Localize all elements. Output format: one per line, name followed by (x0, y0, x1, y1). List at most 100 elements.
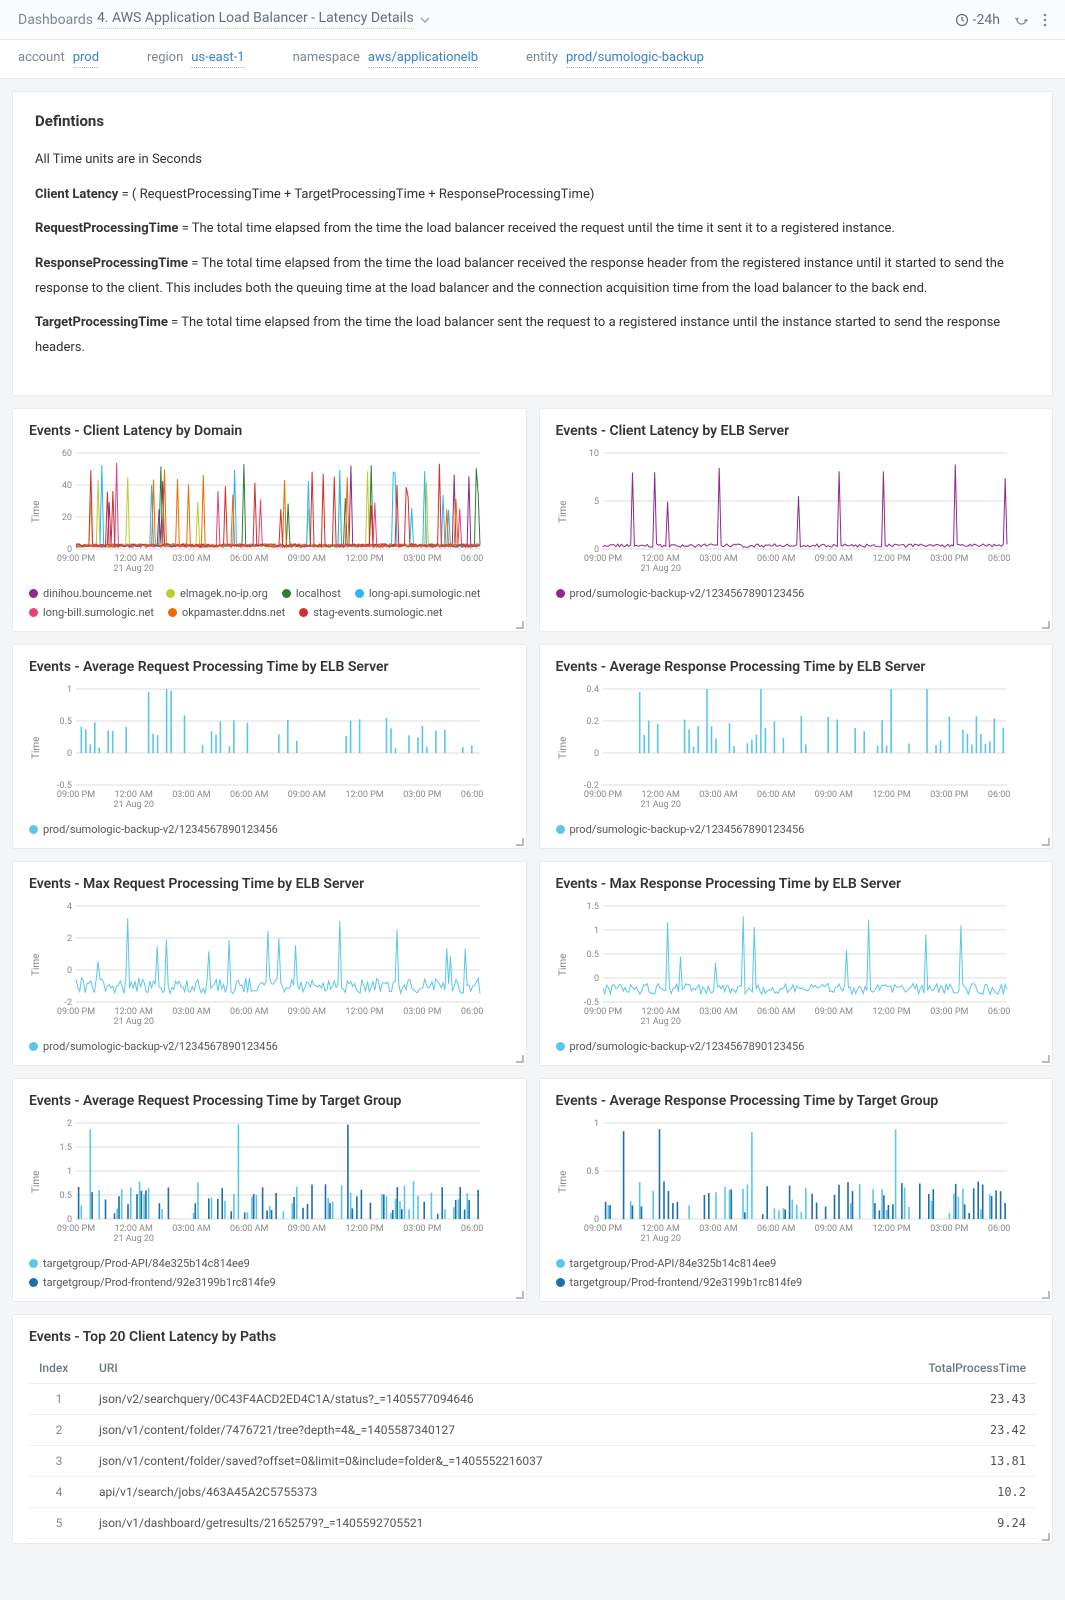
resize-handle-icon[interactable] (516, 621, 524, 629)
legend-item[interactable]: targetgroup/Prod-frontend/92e3199b1rc814… (29, 1276, 276, 1289)
chart-plot[interactable]: 020406009:00 PM12:00 AM21 Aug 2003:00 AM… (44, 447, 510, 577)
svg-text:12:00 PM: 12:00 PM (872, 790, 910, 800)
table-row[interactable]: 1json/v2/searchquery/0C43F4ACD2ED4C1A/st… (29, 1383, 1036, 1414)
resize-handle-icon[interactable] (1042, 1291, 1050, 1299)
resize-handle-icon[interactable] (1042, 838, 1050, 846)
filter-key: entity (526, 50, 558, 65)
table-header[interactable]: URI (89, 1353, 916, 1384)
legend-swatch-icon (168, 608, 177, 617)
legend-swatch-icon (556, 1278, 565, 1287)
legend-item[interactable]: targetgroup/Prod-frontend/92e3199b1rc814… (556, 1276, 803, 1289)
table-row[interactable]: 2json/v1/content/folder/7476721/tree?dep… (29, 1414, 1036, 1445)
chart-legend: targetgroup/Prod-API/84e325b14c814ee9 tar… (556, 1257, 1037, 1289)
legend-item[interactable]: prod/sumologic-backup-v2/123456789012345… (29, 1040, 278, 1053)
svg-text:06:00 PM: 06:00 PM (987, 1007, 1010, 1017)
legend-item[interactable]: targetgroup/Prod-API/84e325b14c814ee9 (556, 1257, 777, 1270)
table-header[interactable]: Index (29, 1353, 89, 1384)
cell-time: 23.42 (916, 1414, 1036, 1445)
legend-item[interactable]: prod/sumologic-backup-v2/123456789012345… (556, 587, 805, 600)
svg-text:12:00 AM: 12:00 AM (641, 790, 680, 800)
table-row[interactable]: 5json/v1/dashboard/getresults/21652579?_… (29, 1507, 1036, 1538)
y-axis-label: Time (29, 1117, 44, 1247)
chart-plot[interactable]: -0.200.20.409:00 PM12:00 AM21 Aug 2003:0… (571, 683, 1037, 813)
legend-item[interactable]: localhost (282, 587, 341, 600)
resize-handle-icon[interactable] (1042, 1055, 1050, 1063)
legend-swatch-icon (29, 825, 38, 834)
chart-plot[interactable]: 051009:00 PM12:00 AM21 Aug 2003:00 AM06:… (571, 447, 1037, 577)
svg-text:21 Aug 20: 21 Aug 20 (640, 1234, 681, 1244)
chart-plot[interactable]: -0.500.5109:00 PM12:00 AM21 Aug 2003:00 … (44, 683, 510, 813)
svg-text:0.5: 0.5 (586, 1167, 599, 1177)
chevron-down-icon[interactable] (420, 15, 430, 25)
svg-text:09:00 AM: 09:00 AM (288, 1007, 327, 1017)
svg-text:06:00 AM: 06:00 AM (756, 1224, 795, 1234)
legend-item[interactable]: okpamaster.ddns.net (168, 606, 285, 619)
table-row[interactable]: 4api/v1/search/jobs/463A45A2C575537310.2 (29, 1476, 1036, 1507)
legend-item[interactable]: prod/sumologic-backup-v2/123456789012345… (29, 823, 278, 836)
resize-handle-icon[interactable] (1042, 1533, 1050, 1541)
cell-time: 9.24 (916, 1507, 1036, 1538)
refresh-icon[interactable] (1014, 12, 1029, 27)
breadcrumb-root[interactable]: Dashboards (18, 12, 93, 28)
filter-entity[interactable]: entityprod/sumologic-backup (526, 50, 704, 68)
svg-text:06:00 PM: 06:00 PM (461, 790, 484, 800)
svg-text:03:00 PM: 03:00 PM (930, 790, 968, 800)
filter-account[interactable]: accountprod (18, 50, 99, 68)
resize-handle-icon[interactable] (516, 838, 524, 846)
legend-item[interactable]: elmagek.no-ip.org (166, 587, 268, 600)
legend-item[interactable]: prod/sumologic-backup-v2/123456789012345… (556, 823, 805, 836)
filter-namespace[interactable]: namespaceaws/applicationelb (293, 50, 478, 68)
resize-handle-icon[interactable] (516, 1055, 524, 1063)
filter-key: namespace (293, 50, 360, 65)
svg-text:21 Aug 20: 21 Aug 20 (113, 1017, 154, 1027)
svg-text:06:00 PM: 06:00 PM (987, 1224, 1010, 1234)
chart-plot[interactable]: -0.500.511.509:00 PM12:00 AM21 Aug 2003:… (571, 900, 1037, 1030)
chart-legend: prod/sumologic-backup-v2/123456789012345… (556, 823, 1037, 836)
legend-label: okpamaster.ddns.net (182, 606, 285, 619)
svg-text:06:00 AM: 06:00 AM (756, 554, 795, 564)
chart-title: Events - Client Latency by ELB Server (556, 423, 1037, 439)
chart-panel: Events - Average Request Processing Time… (12, 644, 527, 849)
chart-title: Events - Max Response Processing Time by… (556, 876, 1037, 892)
legend-swatch-icon (29, 1259, 38, 1268)
chart-title: Events - Average Response Processing Tim… (556, 1093, 1037, 1109)
svg-text:12:00 AM: 12:00 AM (641, 1007, 680, 1017)
svg-text:1: 1 (67, 1167, 72, 1177)
resize-handle-icon[interactable] (1042, 621, 1050, 629)
svg-text:21 Aug 20: 21 Aug 20 (640, 564, 681, 574)
legend-item[interactable]: targetgroup/Prod-API/84e325b14c814ee9 (29, 1257, 250, 1270)
chart-legend: prod/sumologic-backup-v2/123456789012345… (29, 1040, 510, 1053)
svg-text:12:00 PM: 12:00 PM (345, 1007, 383, 1017)
definition-item: Client Latency = ( RequestProcessingTime… (35, 183, 1030, 208)
clock-icon (955, 13, 969, 27)
legend-item[interactable]: prod/sumologic-backup-v2/123456789012345… (556, 1040, 805, 1053)
chart-panel: Events - Max Request Processing Time by … (12, 861, 527, 1066)
svg-text:03:00 AM: 03:00 AM (172, 554, 211, 564)
filter-key: region (147, 50, 183, 65)
dashboard-title[interactable]: 4. AWS Application Load Balancer - Laten… (97, 10, 414, 29)
cell-index: 4 (29, 1476, 89, 1507)
legend-item[interactable]: dinihou.bounceme.net (29, 587, 152, 600)
resize-handle-icon[interactable] (516, 1291, 524, 1299)
svg-text:12:00 AM: 12:00 AM (115, 790, 154, 800)
svg-text:03:00 AM: 03:00 AM (172, 790, 211, 800)
svg-text:03:00 PM: 03:00 PM (930, 1007, 968, 1017)
svg-text:09:00 AM: 09:00 AM (814, 554, 853, 564)
chart-legend: targetgroup/Prod-API/84e325b14c814ee9 tar… (29, 1257, 510, 1289)
chart-plot[interactable]: -202409:00 PM12:00 AM21 Aug 2003:00 AM06… (44, 900, 510, 1030)
table-header[interactable]: TotalProcessTime (916, 1353, 1036, 1384)
time-range-selector[interactable]: -24h (955, 12, 1000, 28)
filter-value: us-east-1 (191, 50, 244, 68)
svg-text:03:00 PM: 03:00 PM (403, 1224, 441, 1234)
chart-plot[interactable]: 00.5109:00 PM12:00 AM21 Aug 2003:00 AM06… (571, 1117, 1037, 1247)
filter-region[interactable]: region us-east-1 (147, 50, 245, 68)
table-row[interactable]: 3json/v1/content/folder/saved?offset=0&l… (29, 1445, 1036, 1476)
svg-text:0.5: 0.5 (586, 950, 599, 960)
chart-plot[interactable]: 00.511.5209:00 PM12:00 AM21 Aug 2003:00 … (44, 1117, 510, 1247)
chart-panel: Events - Client Latency by ELB Server Ti… (539, 408, 1054, 632)
svg-text:06:00 AM: 06:00 AM (230, 790, 269, 800)
legend-item[interactable]: long-api.sumologic.net (355, 587, 481, 600)
legend-item[interactable]: stag-events.sumologic.net (299, 606, 442, 619)
more-icon[interactable] (1043, 13, 1047, 27)
legend-item[interactable]: long-bill.sumologic.net (29, 606, 154, 619)
